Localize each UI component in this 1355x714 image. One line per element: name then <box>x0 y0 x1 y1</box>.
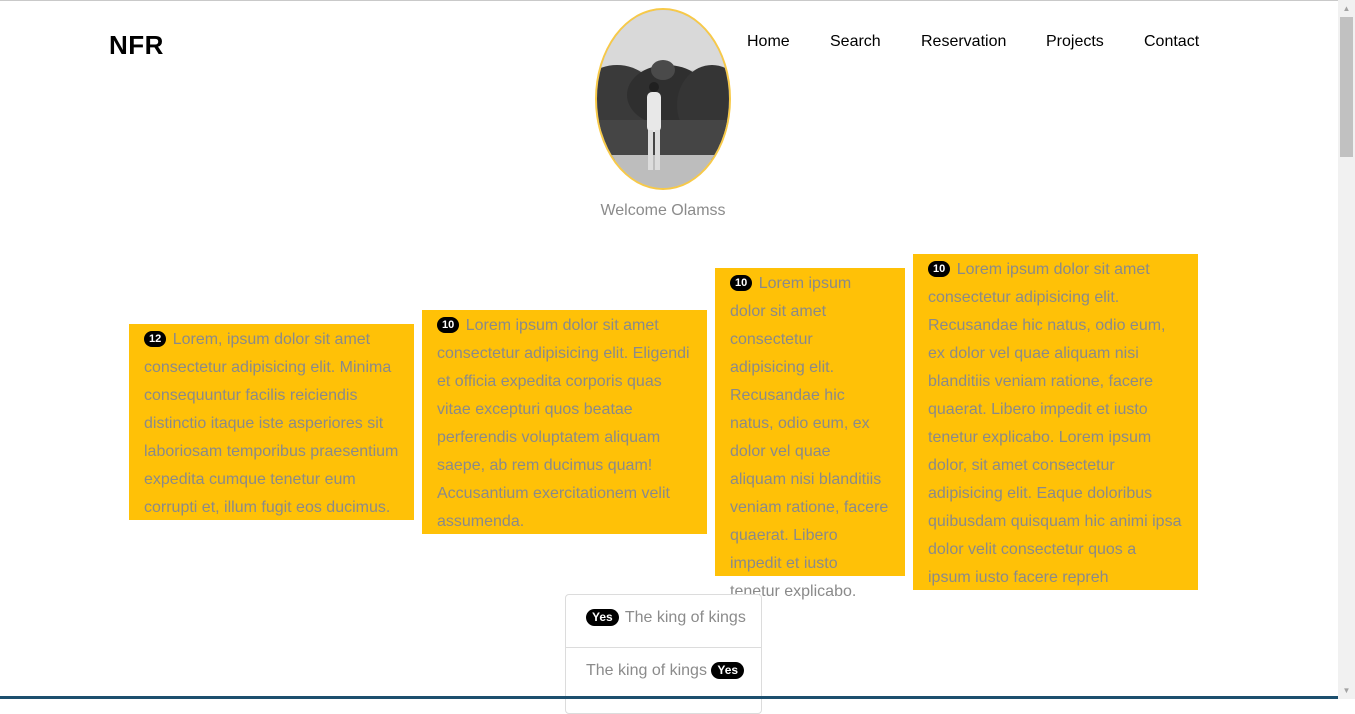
list-item[interactable]: Yes The king of kings <box>566 595 761 647</box>
welcome-text: Welcome Olamss <box>600 202 726 219</box>
count-badge: 10 <box>928 261 951 277</box>
nav-reservation[interactable]: Reservation <box>921 33 1006 51</box>
card-2: 10 Lorem ipsum dolor sit amet consectetu… <box>422 310 707 534</box>
count-badge: 10 <box>730 275 753 291</box>
card-3: 10 Lorem ipsum dolor sit amet consectetu… <box>715 268 905 600</box>
scroll-thumb[interactable] <box>1340 17 1353 157</box>
card-1: 12 Lorem, ipsum dolor sit amet consectet… <box>129 324 414 520</box>
nav-home[interactable]: Home <box>747 33 790 51</box>
card-text: Lorem ipsum dolor sit amet consectetur a… <box>928 261 1182 586</box>
list-item[interactable]: The king of kings Yes <box>566 647 761 699</box>
card-4: 10 Lorem ipsum dolor sit amet consectetu… <box>913 254 1198 590</box>
yes-badge: Yes <box>586 609 619 626</box>
card-text: Lorem ipsum dolor sit amet consectetur a… <box>437 317 690 530</box>
list-item-text: The king of kings <box>586 662 707 679</box>
nav-contact[interactable]: Contact <box>1144 33 1199 51</box>
count-badge: 10 <box>437 317 460 333</box>
vertical-scrollbar[interactable]: ▲ ▼ <box>1338 0 1355 699</box>
card-text: Lorem, ipsum dolor sit amet consectetur … <box>144 331 399 516</box>
yes-badge: Yes <box>711 662 745 679</box>
card-text: Lorem ipsum dolor sit amet consectetur a… <box>730 275 889 600</box>
scroll-down-arrow-icon[interactable]: ▼ <box>1338 682 1355 699</box>
profile-avatar <box>595 8 731 190</box>
top-border <box>0 0 1355 1</box>
profile-photo <box>597 10 729 188</box>
count-badge: 12 <box>144 331 167 347</box>
brand-logo[interactable]: NFR <box>109 30 164 61</box>
nav-search[interactable]: Search <box>830 33 881 51</box>
scroll-up-arrow-icon[interactable]: ▲ <box>1338 0 1355 17</box>
nav-projects[interactable]: Projects <box>1046 33 1104 51</box>
list-item-text: The king of kings <box>624 609 746 626</box>
